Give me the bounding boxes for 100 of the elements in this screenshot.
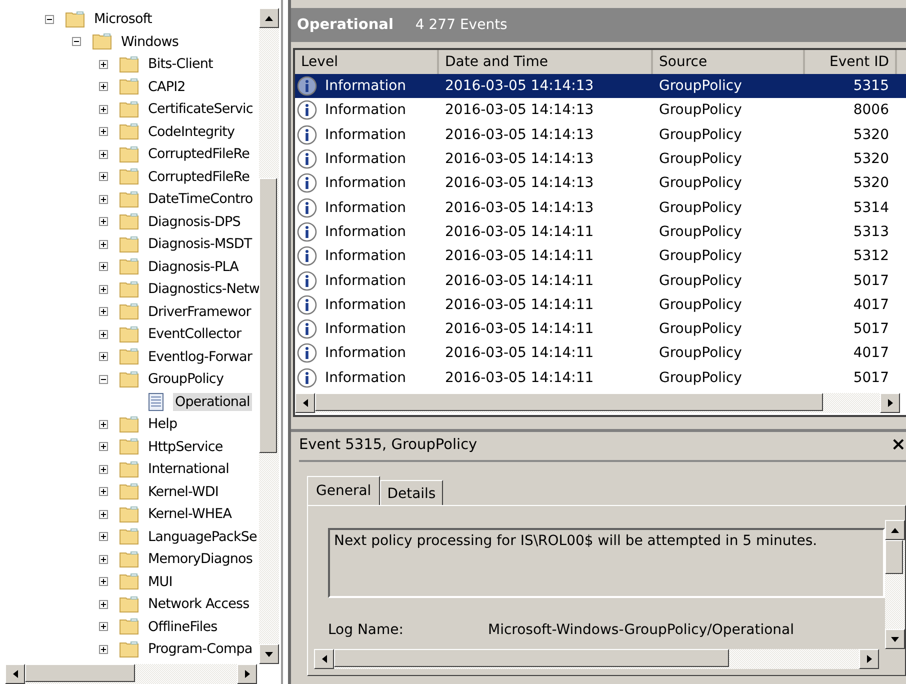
vertical-scrollbar[interactable]	[259, 8, 279, 664]
expand-button[interactable]	[99, 622, 108, 632]
tree-item[interactable]: Eventlog-Forwar	[146, 348, 254, 366]
expand-button[interactable]	[99, 194, 108, 204]
event-row[interactable]: Information 2016-03-05 14:14:13 GroupPolicy 5314	[295, 195, 906, 220]
tree-item[interactable]: CodeIntegrity	[146, 122, 237, 141]
tree-item[interactable]: Microsoft	[92, 10, 154, 28]
horizontal-scrollbar[interactable]	[5, 664, 257, 684]
tree-item[interactable]: MemoryDiagnos	[146, 550, 255, 568]
scroll-right-button[interactable]	[880, 393, 900, 413]
event-row[interactable]: Information 2016-03-05 14:14:13 GroupPolicy 5320	[295, 122, 906, 147]
horizontal-scrollbar[interactable]	[314, 649, 879, 669]
vertical-scrollbar[interactable]	[885, 520, 905, 649]
tree-item[interactable]: DriverFramewor	[146, 302, 253, 321]
expand-button[interactable]	[99, 307, 108, 316]
expand-button[interactable]	[99, 577, 108, 586]
tree-item[interactable]: Operational	[173, 392, 252, 411]
tree-item[interactable]: CertificateServic	[146, 100, 255, 118]
scroll-right-button[interactable]	[237, 664, 257, 684]
expand-button[interactable]	[99, 127, 108, 136]
tab[interactable]: Details	[380, 480, 443, 505]
expand-button[interactable]	[99, 240, 108, 249]
scroll-right-button[interactable]	[859, 649, 879, 669]
tree-item[interactable]: CorruptedFileRe	[146, 168, 252, 186]
event-row[interactable]: Information 2016-03-05 14:14:11 GroupPolicy 5017	[295, 268, 906, 293]
folder-icon	[119, 123, 139, 140]
tree-item[interactable]: Program-Compa	[146, 640, 254, 658]
event-row[interactable]: Information 2016-03-05 14:14:11 GroupPolicy 4017	[295, 341, 906, 366]
tree-item[interactable]: Diagnosis-DPS	[146, 212, 242, 231]
scrollbar-thumb[interactable]	[315, 393, 823, 411]
tree-item[interactable]: LanguagePackSe	[146, 528, 259, 546]
tree-item[interactable]: GroupPolicy	[146, 370, 226, 388]
expand-button[interactable]	[99, 330, 108, 339]
tree-item[interactable]: Kernel-WDI	[146, 482, 220, 501]
horizontal-scrollbar[interactable]	[295, 393, 900, 413]
table-cell-text: GroupPolicy	[658, 296, 743, 313]
event-row[interactable]: Information 2016-03-05 14:14:13 GroupPolicy 5315	[295, 74, 906, 98]
event-row[interactable]: Information 2016-03-05 14:14:11 GroupPolicy 4017	[295, 292, 906, 317]
event-row[interactable]: Information 2016-03-05 14:14:11 GroupPolicy 5017	[295, 366, 906, 390]
scrollbar-thumb[interactable]	[259, 178, 277, 453]
tree-item[interactable]: EventCollector	[146, 325, 244, 344]
expand-button[interactable]	[99, 644, 108, 654]
expand-button[interactable]	[99, 104, 108, 114]
event-row[interactable]: Information 2016-03-05 14:14:11 GroupPolicy 5017	[295, 316, 906, 342]
scroll-left-button[interactable]	[314, 649, 334, 669]
scroll-down-button[interactable]	[885, 629, 905, 649]
tree-item[interactable]: MUI	[146, 572, 174, 591]
collapse-button[interactable]	[45, 14, 54, 24]
tree-item[interactable]: OfflineFiles	[146, 618, 220, 636]
tree-item[interactable]: Diagnosis-MSDT	[146, 235, 254, 254]
tree-item[interactable]: International	[146, 460, 231, 478]
tree-item[interactable]: Help	[146, 415, 180, 434]
tree-item[interactable]: Bits-Client	[146, 55, 215, 74]
event-row[interactable]: Information 2016-03-05 14:14:13 GroupPolicy 5320	[295, 146, 906, 172]
expand-button[interactable]	[99, 532, 108, 542]
expand-button[interactable]	[99, 600, 108, 609]
expand-button[interactable]	[99, 217, 108, 226]
scroll-up-button[interactable]	[259, 8, 279, 28]
tree-item[interactable]: DateTimeContro	[146, 190, 255, 208]
tree-item[interactable]: CAPI2	[146, 78, 188, 96]
tree-item[interactable]: HttpService	[146, 438, 225, 456]
scrollbar-thumb[interactable]	[25, 664, 135, 682]
collapse-button[interactable]	[72, 37, 81, 46]
table-cell-text: Information	[324, 345, 406, 362]
tree-item[interactable]: CorruptedFileRe	[146, 145, 252, 164]
expand-button[interactable]	[99, 150, 108, 159]
scrollbar-thumb[interactable]	[885, 540, 903, 574]
tree-item[interactable]: Diagnosis-PLA	[146, 258, 240, 276]
expand-button[interactable]	[99, 464, 108, 474]
expand-button[interactable]	[99, 554, 108, 564]
close-button[interactable]: ×	[890, 436, 906, 454]
folder-icon	[119, 190, 139, 208]
expand-button[interactable]	[99, 352, 108, 362]
tab[interactable]: General	[307, 476, 380, 505]
event-row[interactable]: Information 2016-03-05 14:14:11 GroupPolicy 5313	[295, 220, 906, 244]
collapse-button[interactable]	[99, 374, 108, 384]
expand-button[interactable]	[99, 262, 108, 272]
event-row[interactable]: Information 2016-03-05 14:14:13 GroupPolicy 8006	[295, 98, 906, 123]
expand-button[interactable]	[99, 487, 108, 496]
expand-button[interactable]	[99, 442, 108, 452]
tree-item[interactable]: Windows	[119, 32, 180, 51]
scrollbar-thumb[interactable]	[334, 649, 729, 667]
expand-button[interactable]	[99, 60, 108, 69]
expand-button[interactable]	[99, 284, 108, 294]
tree-item[interactable]: Kernel-WHEA	[146, 505, 234, 524]
scroll-left-button[interactable]	[5, 664, 25, 684]
tree-item[interactable]: Network Access	[146, 595, 252, 614]
folder-icon	[119, 483, 139, 500]
expand-button[interactable]	[99, 82, 108, 92]
expand-button[interactable]	[99, 420, 108, 429]
scroll-up-button[interactable]	[885, 520, 905, 540]
tree-item[interactable]: Diagnostics-Netw	[146, 280, 259, 298]
event-row[interactable]: Information 2016-03-05 14:14:11 GroupPolicy 5312	[295, 244, 906, 268]
scroll-down-button[interactable]	[259, 644, 279, 664]
expand-button[interactable]	[99, 510, 108, 519]
scroll-left-button[interactable]	[295, 393, 315, 413]
table-cell-text: 2016-03-05 14:14:11	[444, 345, 595, 362]
expand-button[interactable]	[99, 172, 108, 182]
table-cell-text: 5320	[852, 126, 890, 143]
event-row[interactable]: Information 2016-03-05 14:14:13 GroupPolicy 5320	[295, 171, 906, 196]
